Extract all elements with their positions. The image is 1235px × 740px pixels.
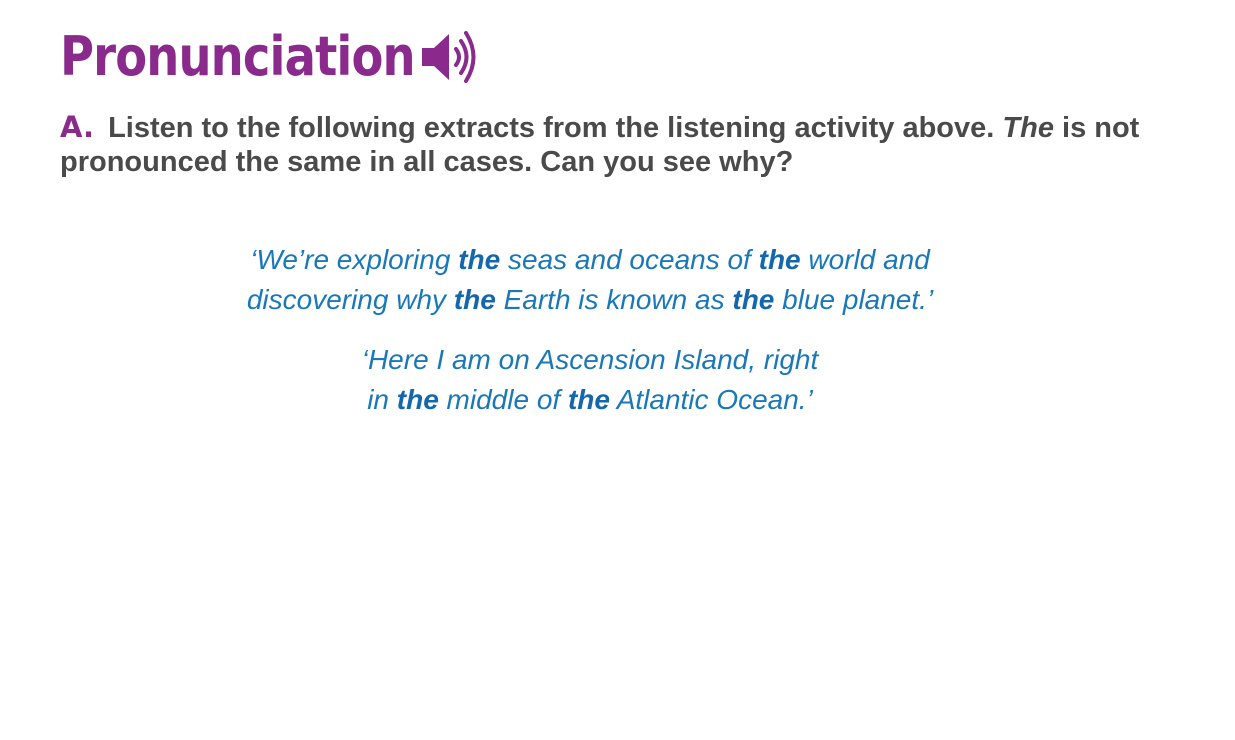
instruction-italic-word: The (1002, 112, 1054, 144)
emphasis-the: the (458, 244, 501, 275)
emphasis-the: the (567, 384, 610, 415)
quote-line: in the middle of the Atlantic Ocean.’ (367, 384, 813, 415)
emphasis-the: the (758, 244, 801, 275)
emphasis-the: the (732, 284, 775, 315)
quote-block-2: ‘Here I am on Ascension Island, right in… (0, 340, 1180, 420)
quote-line: discovering why the Earth is known as th… (246, 284, 934, 315)
instruction-part1: Listen to the following extracts from th… (108, 112, 995, 144)
exercise-letter: A. (60, 110, 94, 144)
quote-line: ‘Here I am on Ascension Island, right (361, 344, 819, 375)
emphasis-the: the (396, 384, 439, 415)
page-title: Pronunciation (60, 25, 416, 88)
emphasis-the: the (453, 284, 496, 315)
quote-block-1: ‘We’re exploring the seas and oceans of … (0, 240, 1180, 320)
quote-line: ‘We’re exploring the seas and oceans of … (250, 244, 930, 275)
section-heading: Pronunciation (60, 24, 476, 90)
speaker-volume-icon[interactable] (418, 27, 478, 87)
instruction-text: A. Listen to the following extracts from… (60, 110, 1180, 179)
